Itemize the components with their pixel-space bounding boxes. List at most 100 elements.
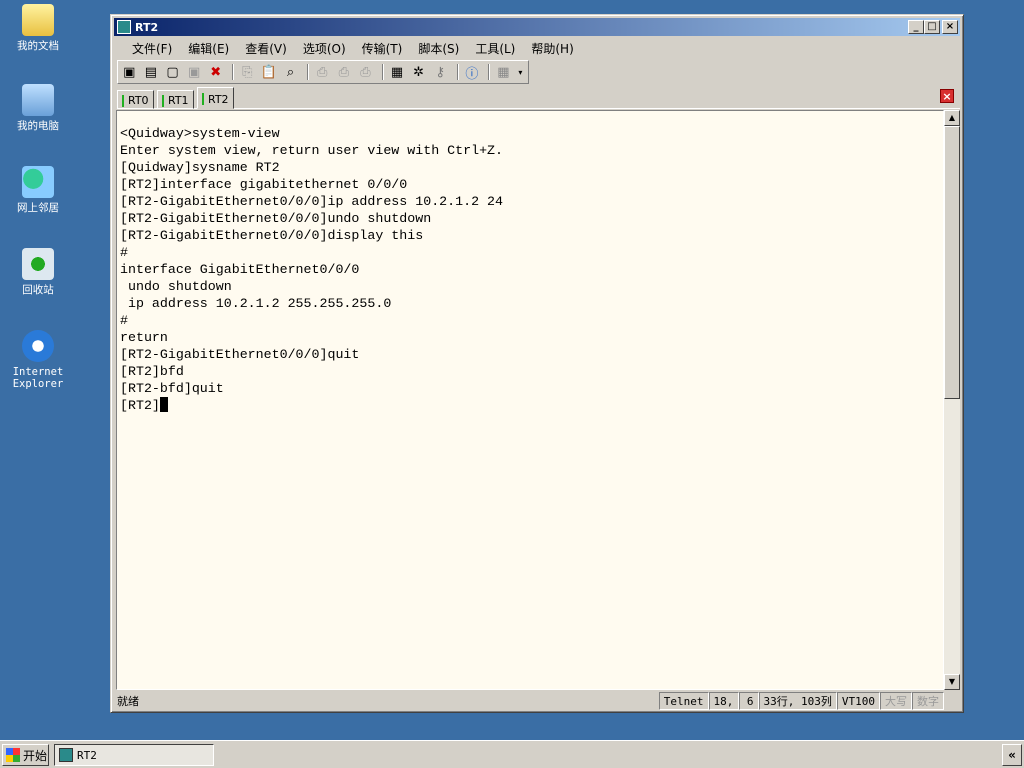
key-icon[interactable]: ⚷ <box>431 63 450 81</box>
internet-explorer-icon <box>22 330 54 362</box>
window-title: RT2 <box>135 20 159 34</box>
status-emulation: VT100 <box>836 692 880 710</box>
tab-label: RT1 <box>168 94 189 107</box>
toolbar-separator <box>232 64 235 80</box>
terminal-line: [Quidway]sysname RT2 <box>120 160 280 175</box>
taskbar: 开始 RT2 « <box>0 740 1024 768</box>
taskbar-item-rt2[interactable]: RT2 <box>54 744 214 766</box>
terminal-line: # <box>120 313 128 328</box>
windows-logo-icon <box>6 748 20 762</box>
help-icon[interactable]: ⓘ <box>463 63 482 82</box>
status-indicator-icon <box>162 94 164 107</box>
close-button[interactable]: × <box>942 20 958 34</box>
paste-icon[interactable]: 📋 <box>260 63 279 81</box>
folder-documents-icon <box>22 4 54 36</box>
terminal-line: ip address 10.2.1.2 255.255.255.0 <box>120 296 392 311</box>
status-size: 33行, 103列 <box>758 692 837 710</box>
scroll-thumb[interactable] <box>944 126 960 399</box>
scroll-down-button[interactable]: ▼ <box>944 674 960 690</box>
app-icon <box>59 748 73 762</box>
copy-icon[interactable]: ⎘ <box>238 63 257 81</box>
minimize-button[interactable]: _ <box>908 20 924 34</box>
terminal-line: interface GigabitEthernet0/0/0 <box>120 262 360 277</box>
tab-rt1[interactable]: RT1 <box>157 90 194 109</box>
tab-label: RT0 <box>128 94 149 107</box>
menu-script[interactable]: 脚本(S) <box>410 40 467 57</box>
tray-expand-button[interactable]: « <box>1002 744 1022 766</box>
menu-transfer[interactable]: 传输(T) <box>354 40 411 57</box>
terminal-line: <Quidway>system-view <box>120 126 280 141</box>
scroll-up-button[interactable]: ▲ <box>944 110 960 126</box>
terminal-output[interactable]: <Quidway>system-view Enter system view, r… <box>116 110 944 690</box>
terminal-line: return <box>120 330 168 345</box>
find-icon[interactable]: ⌕ <box>281 63 300 81</box>
start-button[interactable]: 开始 <box>2 744 49 766</box>
quick-connect-icon[interactable]: ▤ <box>142 63 161 81</box>
status-ready: 就绪 <box>117 695 139 708</box>
print-icon[interactable]: ⎙ <box>313 63 332 81</box>
task-label: RT2 <box>77 748 97 762</box>
toolbar-overflow-icon[interactable]: ▾ <box>516 63 525 81</box>
start-label: 开始 <box>23 748 48 763</box>
desktop-icon-recycle-bin[interactable]: 回收站 <box>4 248 72 296</box>
terminal-line: [RT2-GigabitEthernet0/0/0]display this <box>120 228 424 243</box>
terminal-window: RT2 _ □ × 文件(F) 编辑(E) 查看(V) 选项(O) 传输(T) … <box>110 14 964 713</box>
terminal-line: [RT2-bfd]quit <box>120 381 224 396</box>
desktop-icon-internet-explorer[interactable]: Internet Explorer <box>4 330 72 390</box>
global-options-icon[interactable]: ✲ <box>409 63 428 81</box>
connect-tab-icon[interactable]: ▢ <box>163 63 182 81</box>
toolbar: ▣ ▤ ▢ ▣ ✖ ⎘ 📋 ⌕ ⎙ ⎙ ⎙ ▦ ✲ ⚷ ⓘ ▦ ▾ <box>117 60 529 84</box>
terminal-line: [RT2-GigabitEthernet0/0/0]undo shutdown <box>120 211 432 226</box>
connect-icon[interactable]: ▣ <box>120 63 139 81</box>
vertical-scrollbar[interactable]: ▲ ▼ <box>944 110 960 690</box>
app-icon <box>117 20 131 34</box>
desktop-icon-my-documents[interactable]: 我的文档 <box>4 4 72 52</box>
menu-options[interactable]: 选项(O) <box>295 40 354 57</box>
status-protocol: Telnet <box>658 692 709 710</box>
toolbar-separator <box>381 64 384 80</box>
computer-icon <box>22 84 54 116</box>
reconnect-icon[interactable]: ▣ <box>185 63 204 81</box>
terminal-line: Enter system view, return user view with… <box>120 143 504 158</box>
title-bar[interactable]: RT2 _ □ × <box>114 18 960 36</box>
tab-label: RT2 <box>208 92 229 106</box>
status-num: 数字 <box>912 692 944 710</box>
close-tab-button[interactable]: × <box>940 89 954 103</box>
toolbar-separator <box>456 64 459 80</box>
disconnect-icon[interactable]: ✖ <box>206 63 225 81</box>
menu-view[interactable]: 查看(V) <box>237 40 295 57</box>
terminal-line: [RT2]bfd <box>120 364 184 379</box>
status-caps: 大写 <box>880 692 912 710</box>
status-row: 18, <box>708 692 739 710</box>
menu-help[interactable]: 帮助(H) <box>523 40 581 57</box>
tab-rt2[interactable]: RT2 <box>197 87 234 109</box>
terminal-cursor <box>159 397 168 412</box>
terminal-line: [RT2] <box>120 397 943 414</box>
tab-rt0[interactable]: RT0 <box>117 90 154 109</box>
maximize-button[interactable]: □ <box>924 20 940 34</box>
session-options-icon[interactable]: ▦ <box>388 63 407 81</box>
session-tabs: RT0 RT1 RT2 × <box>117 87 960 109</box>
terminal-line: [RT2]interface gigabitethernet 0/0/0 <box>120 177 408 192</box>
menu-edit[interactable]: 编辑(E) <box>180 40 237 57</box>
keymap-icon[interactable]: ▦ <box>494 63 513 81</box>
desktop-icon-network[interactable]: 网上邻居 <box>4 166 72 214</box>
toolbar-separator <box>488 64 491 80</box>
menu-tools[interactable]: 工具(L) <box>467 40 523 57</box>
print-selection-icon[interactable]: ⎙ <box>334 63 353 81</box>
printer-icon[interactable]: ⎙ <box>356 63 375 81</box>
status-bar: 就绪 Telnet 18, 6 33行, 103列 VT100 大写 数字 <box>114 691 960 711</box>
terminal-line: undo shutdown <box>120 279 232 294</box>
menu-file[interactable]: 文件(F) <box>124 40 180 57</box>
terminal-line: # <box>120 245 128 260</box>
status-indicator-icon <box>202 93 204 105</box>
status-indicator-icon <box>122 94 124 107</box>
terminal-line: [RT2-GigabitEthernet0/0/0]quit <box>120 347 360 362</box>
recycle-bin-icon <box>22 248 54 280</box>
toolbar-separator <box>306 64 309 80</box>
terminal-line: [RT2-GigabitEthernet0/0/0]ip address 10.… <box>120 194 504 209</box>
status-col: 6 <box>738 692 759 710</box>
desktop-icon-my-computer[interactable]: 我的电脑 <box>4 84 72 132</box>
menu-bar: 文件(F) 编辑(E) 查看(V) 选项(O) 传输(T) 脚本(S) 工具(L… <box>114 38 960 58</box>
network-icon <box>22 166 54 198</box>
